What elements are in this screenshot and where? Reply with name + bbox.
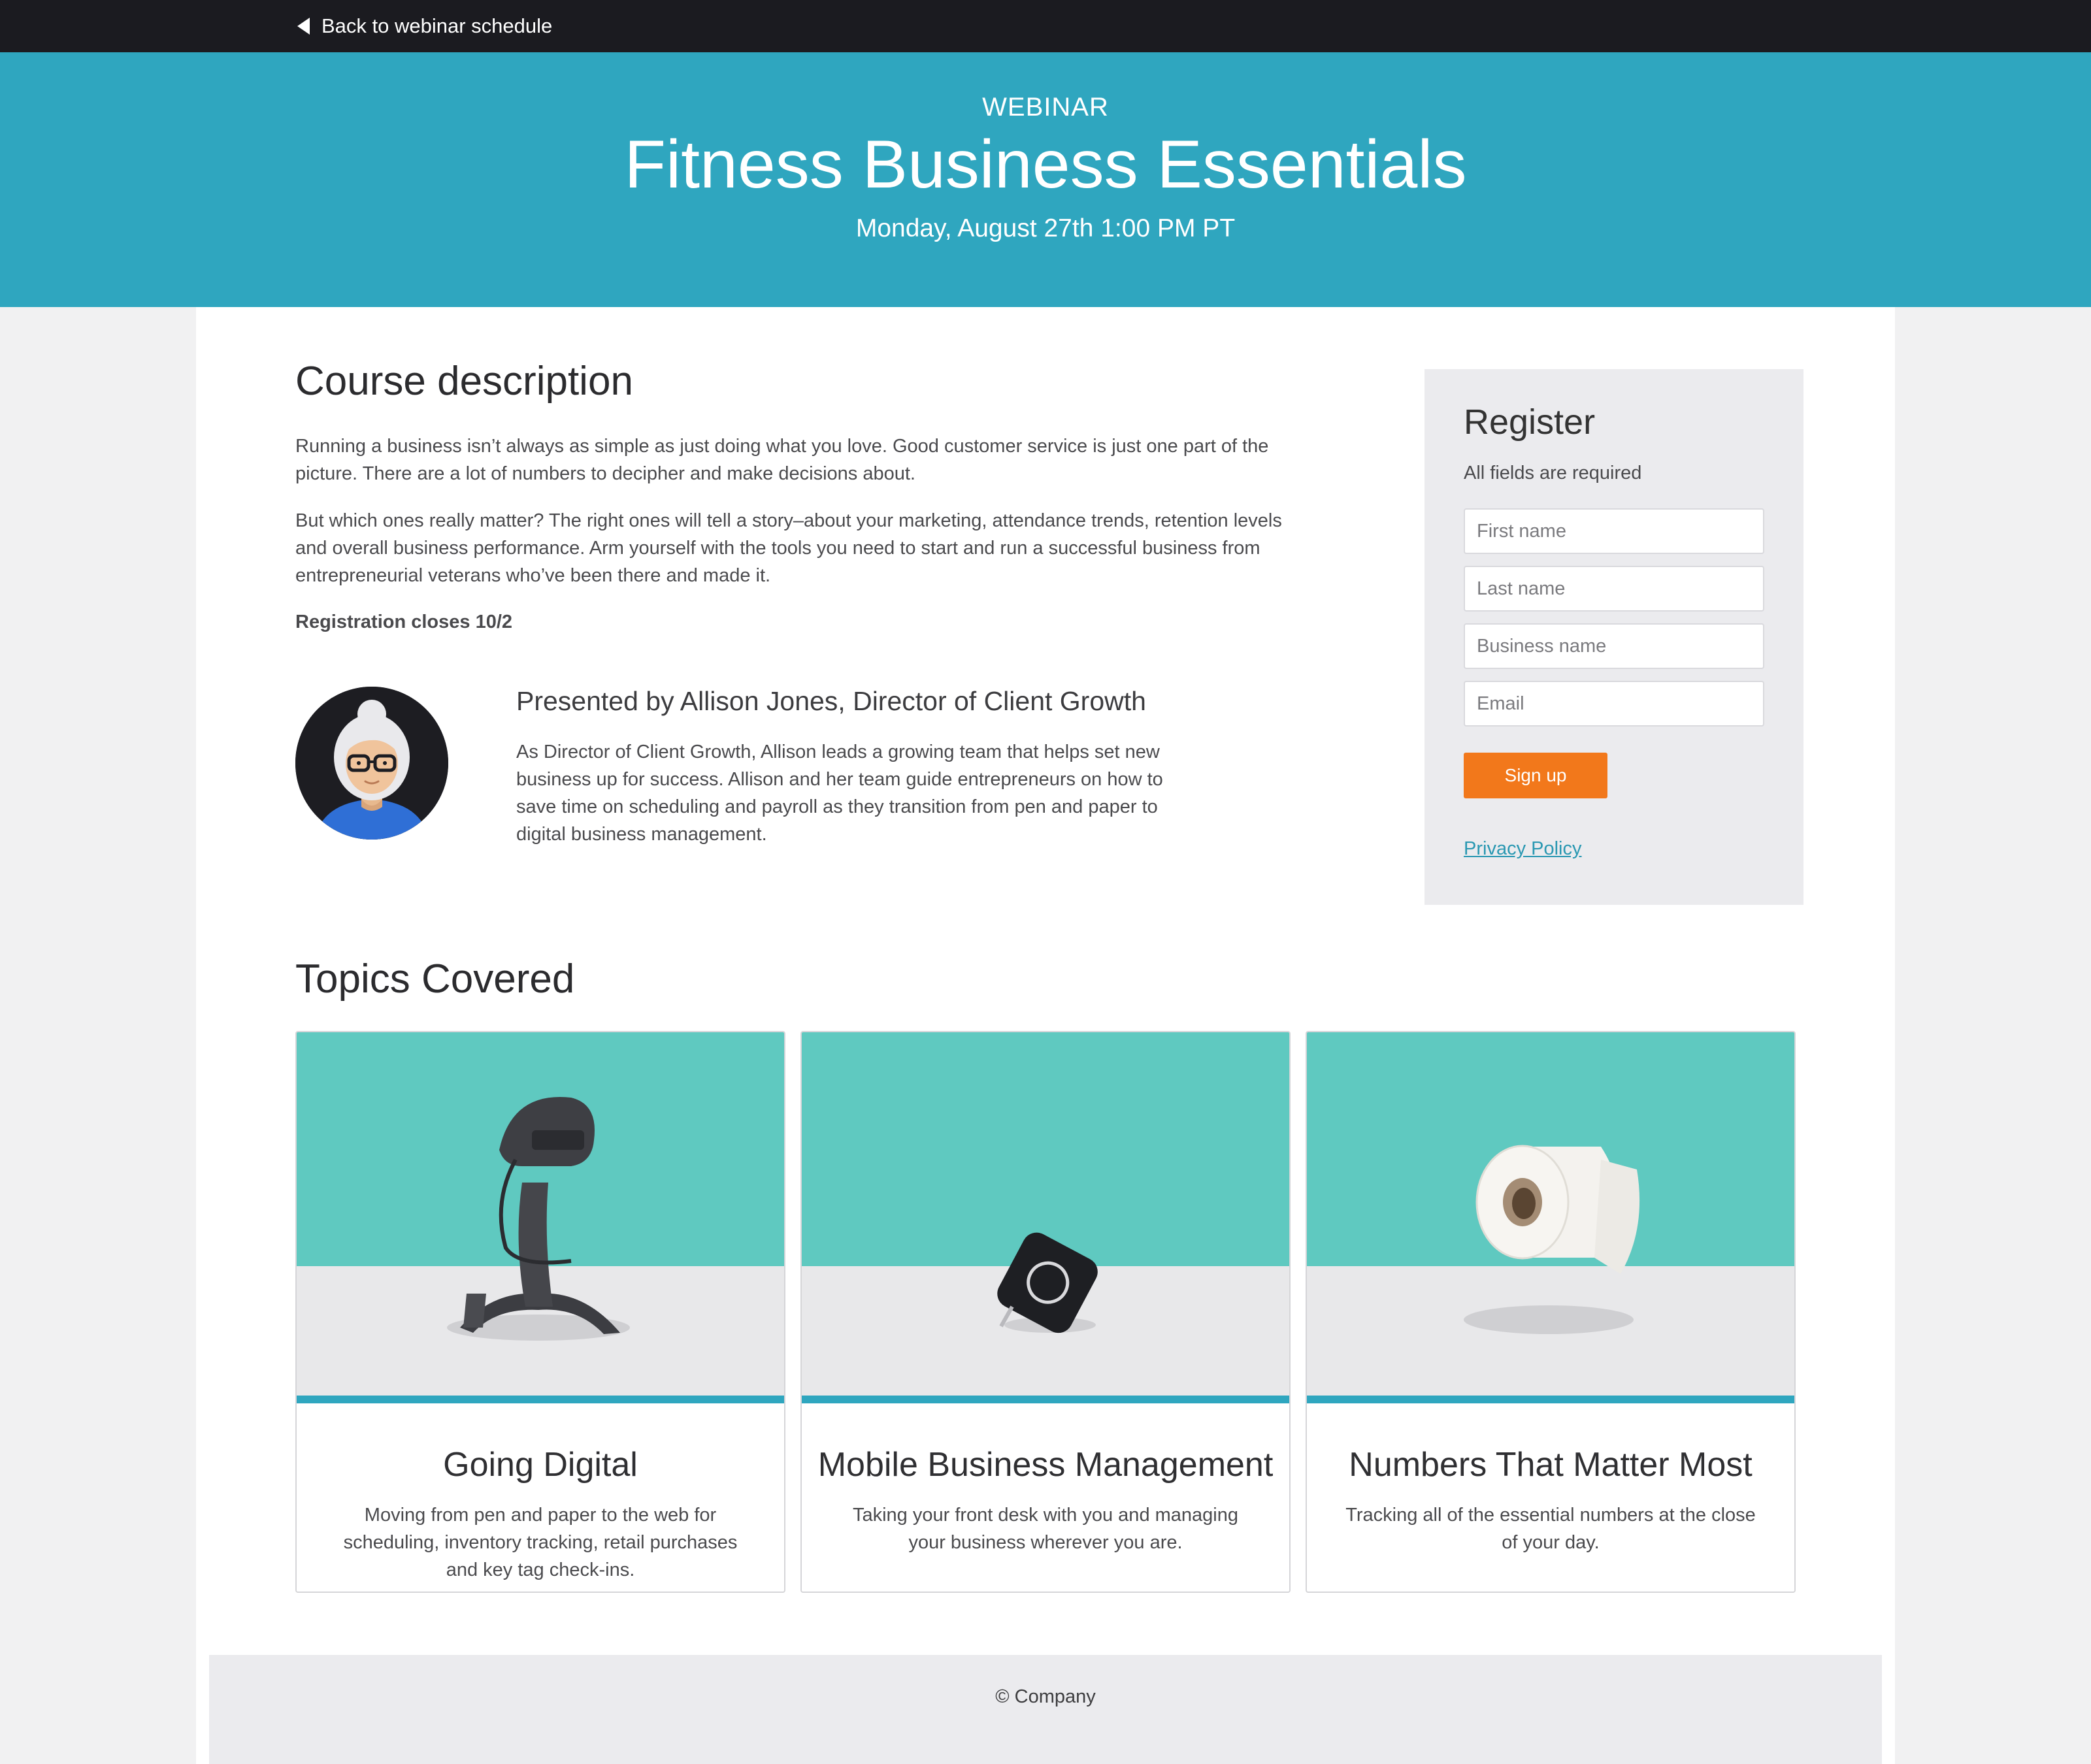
receipt-roll-image [1307, 1032, 1794, 1396]
hero-eyebrow: WEBINAR [982, 93, 1109, 122]
topic-card[interactable]: Going Digital Moving from pen and paper … [295, 1031, 785, 1593]
topic-description: Moving from pen and paper to the web for… [343, 1505, 738, 1580]
register-note: All fields are required [1464, 463, 1642, 483]
presenter-bio: As Director of Client Growth, Allison le… [516, 742, 1163, 845]
topic-title: Numbers That Matter Most [1349, 1446, 1753, 1484]
card-reader-image [802, 1032, 1289, 1396]
page-title: Fitness Business Essentials [624, 127, 1467, 203]
back-to-schedule-link[interactable]: Back to webinar schedule [295, 0, 552, 52]
topic-description: Taking your front desk with you and mana… [852, 1505, 1238, 1553]
footer-copyright: © Company [995, 1686, 1096, 1707]
card-accent-bar [1307, 1396, 1794, 1403]
business-name-field[interactable] [1464, 623, 1764, 669]
barcode-scanner-image [297, 1032, 784, 1396]
presenter-avatar [295, 687, 448, 840]
register-form: Register All fields are required Sign up… [1424, 369, 1803, 905]
course-description-para-2: But which ones really matter? The right … [295, 510, 1282, 586]
topic-title: Going Digital [443, 1446, 638, 1484]
register-heading: Register [1464, 402, 1596, 442]
caret-left-icon [297, 18, 310, 35]
webinar-date: Monday, August 27th 1:00 PM PT [855, 214, 1236, 242]
topic-card[interactable]: Mobile Business Management Taking your f… [800, 1031, 1291, 1593]
presenter-title: Presented by Allison Jones, Director of … [516, 686, 1146, 716]
page-footer: © Company [209, 1655, 1882, 1764]
first-name-field[interactable] [1464, 508, 1764, 554]
hero-banner: WEBINAR Fitness Business Essentials Mond… [0, 52, 2091, 307]
topics-heading: Topics Covered [295, 956, 575, 1002]
privacy-policy-link[interactable]: Privacy Policy [1464, 838, 1582, 860]
course-description-heading: Course description [295, 359, 633, 404]
card-accent-bar [297, 1396, 784, 1403]
sign-up-button[interactable]: Sign up [1464, 753, 1607, 798]
top-nav-bar: Back to webinar schedule [0, 0, 2091, 52]
last-name-field[interactable] [1464, 566, 1764, 612]
course-description-para-1: Running a business isn’t always as simpl… [295, 436, 1269, 484]
topic-card[interactable]: Numbers That Matter Most Tracking all of… [1306, 1031, 1796, 1593]
registration-closes: Registration closes 10/2 [295, 612, 513, 632]
main-content: Course description Running a business is… [196, 307, 1895, 1764]
topic-title: Mobile Business Management [817, 1446, 1274, 1484]
email-field[interactable] [1464, 681, 1764, 727]
card-accent-bar [802, 1396, 1289, 1403]
topic-description: Tracking all of the essential numbers at… [1345, 1505, 1756, 1553]
back-link-label: Back to webinar schedule [321, 14, 553, 37]
